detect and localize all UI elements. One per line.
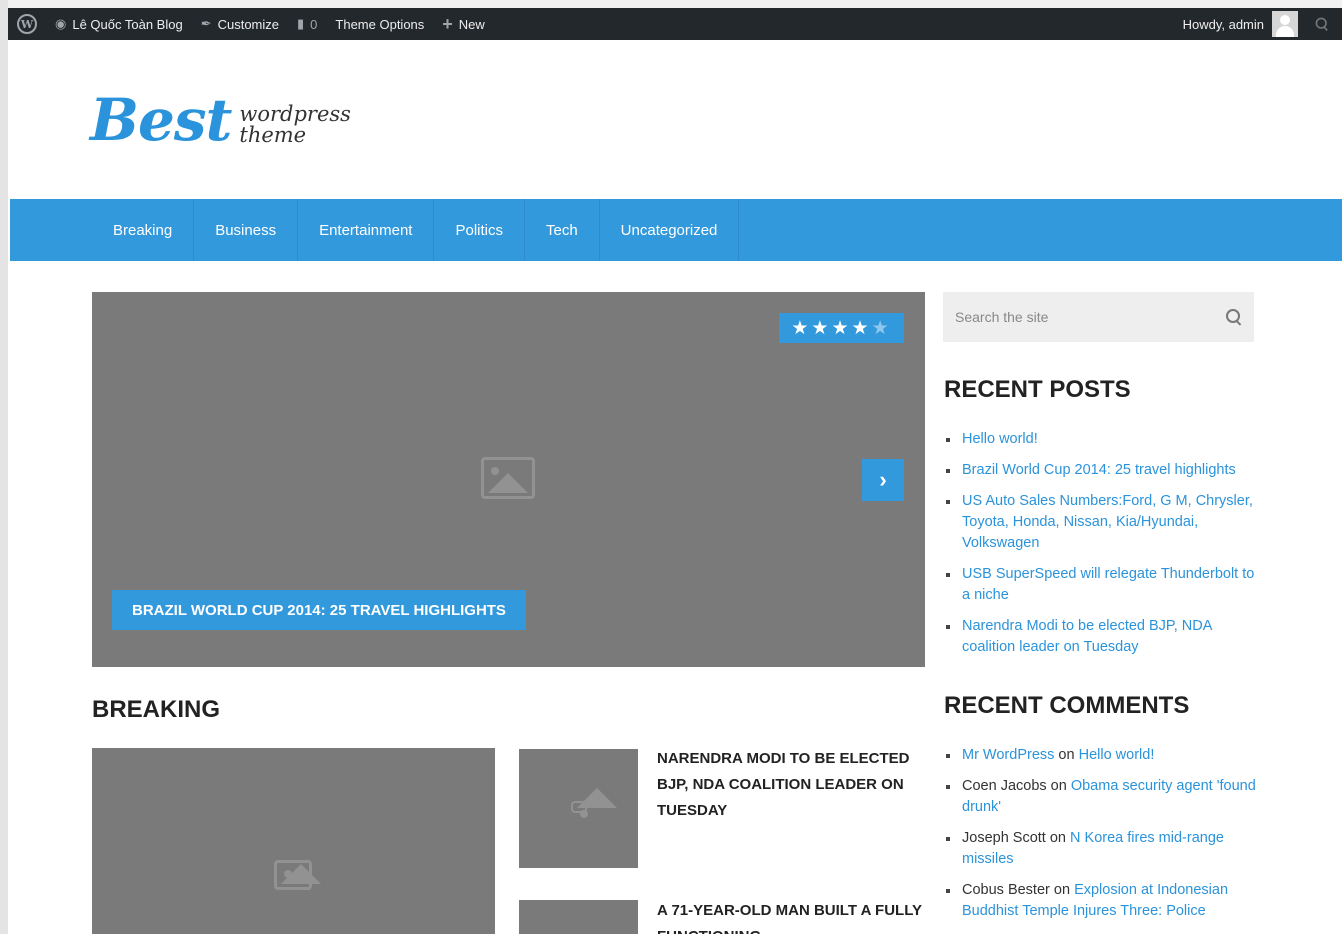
comment-author: Cobus Bester (962, 882, 1050, 898)
nav-item-breaking[interactable]: Breaking (92, 199, 195, 261)
logo-line-1: wordpress (239, 102, 351, 126)
comment-post-link[interactable]: Hello world! (1079, 747, 1155, 763)
star-icon: ★ (811, 317, 832, 339)
nav-item-business[interactable]: Business (194, 199, 299, 261)
on-word: on (1050, 778, 1067, 794)
plus-icon: + (442, 13, 453, 34)
avatar (1272, 11, 1298, 37)
list-item: US Auto Sales Numbers:Ford, G M, Chrysle… (944, 491, 1256, 554)
site-name-label: Lê Quốc Toàn Blog (72, 16, 183, 32)
star-icon: ★ (791, 317, 812, 339)
comments-count: 0 (310, 16, 318, 32)
breaking-heading: BREAKING (92, 696, 221, 723)
recent-comments-title: RECENT COMMENTS (944, 692, 1190, 719)
new-label: New (458, 16, 485, 32)
page: Best wordpress theme Breaking Business E… (8, 40, 1342, 934)
star-icon: ★ (831, 317, 852, 339)
breaking-main-thumbnail[interactable] (92, 748, 495, 934)
nav-item-politics[interactable]: Politics (434, 199, 525, 261)
account-menu[interactable]: Howdy, admin (1174, 8, 1302, 40)
chevron-right-icon: › (879, 467, 887, 492)
logo-big-text: Best (90, 86, 232, 154)
search-icon (1315, 17, 1329, 31)
recent-post-link[interactable]: US Auto Sales Numbers:Ford, G M, Chrysle… (962, 493, 1253, 551)
recent-post-link[interactable]: USB SuperSpeed will relegate Thunderbolt… (962, 566, 1254, 603)
main-navigation: Breaking Business Entertainment Politics… (10, 199, 1342, 261)
wordpress-icon: W (17, 14, 37, 34)
nav-item-tech[interactable]: Tech (525, 199, 600, 261)
site-logo[interactable]: Best wordpress theme (90, 88, 351, 152)
on-word: on (1058, 747, 1075, 763)
breaking-post-thumbnail[interactable] (519, 749, 638, 868)
window-left-edge (0, 0, 8, 934)
list-item: Narendra Modi to be elected BJP, NDA coa… (944, 616, 1256, 658)
list-item: Coen Jacobs on Obama security agent 'fou… (944, 776, 1256, 818)
breaking-post-title[interactable]: NARENDRA MODI TO BE ELECTED BJP, NDA COA… (657, 746, 922, 824)
recent-post-link[interactable]: Hello world! (962, 431, 1038, 447)
comment-author: Coen Jacobs (962, 778, 1047, 794)
site-name-link[interactable]: ◉ Lê Quốc Toàn Blog (46, 8, 192, 40)
sidebar-search (943, 292, 1254, 342)
star-empty-icon: ★ (871, 317, 892, 339)
nav-item-entertainment[interactable]: Entertainment (298, 199, 435, 261)
image-placeholder-icon (571, 788, 617, 818)
search-input[interactable] (955, 309, 1226, 325)
nav-item-uncategorized[interactable]: Uncategorized (600, 199, 740, 261)
breaking-post-title[interactable]: A 71-YEAR-OLD MAN BUILT A FULLY FUNCTION… (657, 898, 922, 934)
list-item: USB SuperSpeed will relegate Thunderbolt… (944, 564, 1256, 606)
dashboard-icon: ◉ (55, 16, 67, 31)
list-item: Hello world! (944, 429, 1256, 450)
recent-comments-list: Mr WordPress on Hello world! Coen Jacobs… (944, 745, 1256, 932)
comment-author-link[interactable]: Mr WordPress (962, 747, 1054, 763)
recent-post-link[interactable]: Narendra Modi to be elected BJP, NDA coa… (962, 618, 1212, 655)
wordpress-logo-button[interactable]: W (8, 8, 46, 40)
on-word: on (1049, 830, 1066, 846)
customize-label: Customize (217, 16, 280, 32)
customize-link[interactable]: ✒ Customize (192, 8, 288, 40)
slider-next-button[interactable]: › (862, 459, 904, 501)
slide-caption-link[interactable]: BRAZIL WORLD CUP 2014: 25 TRAVEL HIGHLIG… (112, 590, 526, 630)
new-content-link[interactable]: + New (433, 8, 494, 40)
on-word: on (1053, 882, 1071, 898)
admin-bar: W ◉ Lê Quốc Toàn Blog ✒ Customize ▮ 0 Th… (8, 8, 1342, 40)
brush-icon: ✒ (200, 16, 212, 31)
image-placeholder-icon (481, 457, 535, 499)
breaking-post-thumbnail[interactable] (519, 900, 638, 934)
comment-icon: ▮ (297, 16, 305, 31)
logo-line-2: theme (239, 123, 307, 147)
image-placeholder-icon (274, 860, 321, 890)
theme-options-label: Theme Options (335, 16, 425, 32)
comment-author: Joseph Scott (962, 830, 1046, 846)
featured-slider[interactable]: ★ ★ ★ ★ ★ › BRAZIL WORLD CUP 2014: 25 TRAVEL… (92, 292, 925, 667)
list-item: Brazil World Cup 2014: 25 travel highlig… (944, 460, 1256, 481)
logo-small-text: wordpress theme (239, 104, 351, 146)
admin-search-button[interactable] (1302, 8, 1342, 40)
theme-options-link[interactable]: Theme Options (326, 8, 433, 40)
howdy-label: Howdy, admin (1182, 16, 1264, 32)
rating-badge: ★ ★ ★ ★ ★ (779, 313, 904, 343)
recent-posts-title: RECENT POSTS (944, 376, 1131, 403)
star-icon: ★ (851, 317, 872, 339)
recent-post-link[interactable]: Brazil World Cup 2014: 25 travel highlig… (962, 462, 1236, 478)
list-item: Mr WordPress on Hello world! (944, 745, 1256, 766)
search-icon[interactable] (1226, 309, 1242, 325)
comments-link[interactable]: ▮ 0 (288, 8, 326, 40)
list-item: Joseph Scott on N Korea fires mid-range … (944, 828, 1256, 870)
recent-posts-list: Hello world! Brazil World Cup 2014: 25 t… (944, 429, 1256, 668)
list-item: Cobus Bester on Explosion at Indonesian … (944, 880, 1256, 922)
